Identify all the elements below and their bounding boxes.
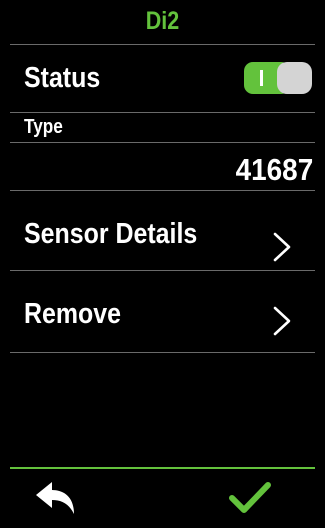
remove-divider [10,352,315,353]
back-arrow-icon[interactable] [34,480,76,516]
page-title: Di2 [145,6,180,35]
footer-divider [10,467,315,469]
header-divider [10,44,315,45]
toggle-on-mark-icon [260,70,263,86]
status-toggle[interactable] [244,62,312,94]
checkmark-icon[interactable] [228,480,272,516]
remove-label: Remove [24,298,122,330]
chevron-right-icon [273,306,291,336]
status-divider [10,112,315,113]
type-divider [10,142,315,143]
type-value: 41687 [235,152,313,187]
status-label: Status [24,62,101,94]
toggle-knob [277,62,312,94]
sensor-details-row[interactable]: Sensor Details [0,190,325,270]
type-label: Type [24,116,63,138]
header: Di2 [0,0,325,42]
remove-row[interactable]: Remove [0,270,325,352]
sensor-details-label: Sensor Details [24,218,198,250]
chevron-right-icon [273,232,291,262]
